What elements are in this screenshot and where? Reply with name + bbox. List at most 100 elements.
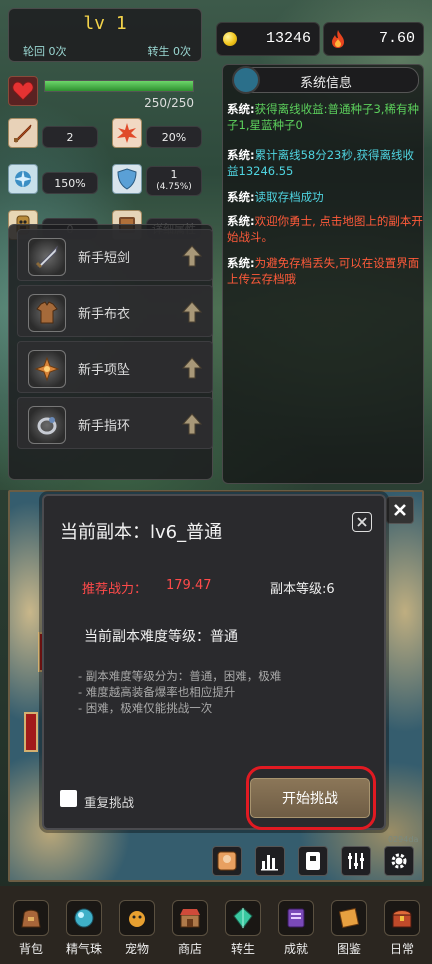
difficulty-note: - 难度越高装备爆率也相应提升 (78, 685, 236, 699)
scroll-icon (331, 900, 367, 936)
repeat-challenge-label: 重复挑战 (84, 795, 135, 810)
hp-bar-fill (45, 81, 193, 91)
flame-icon (332, 30, 344, 48)
nav-pet[interactable]: 宠物 (117, 900, 157, 956)
defense-value: 1 (170, 168, 178, 181)
nav-label: 成就 (283, 942, 308, 956)
map-close-button[interactable] (386, 496, 414, 524)
nav-label: 日常 (389, 942, 414, 956)
bar-chart-icon (261, 855, 278, 871)
watermark-text: 0294da (388, 835, 419, 844)
gold-counter: 13246 (216, 22, 320, 56)
orb-icon (66, 900, 102, 936)
pendant-icon (28, 350, 66, 388)
system-message-tag: 系统: (227, 102, 255, 116)
system-message-text: 为避免存档丢失,可以在设置界面上传云存档哦 (227, 256, 420, 286)
dialog-close-button[interactable] (352, 512, 372, 532)
close-icon (357, 517, 367, 527)
equipment-panel: 新手短剑 新手布衣 新手项坠 新手指环 (8, 224, 213, 480)
system-info-panel: 系统信息 系统:获得离线收益:普通种子3,稀有种子1,星蓝种子0 系统:累计离线… (222, 64, 424, 484)
system-message-tag: 系统: (227, 190, 255, 204)
heart-icon (8, 76, 38, 106)
difficulty-note: - 困难，极难仅能挑战一次 (78, 701, 213, 715)
level-title: lv 1 (83, 13, 127, 34)
nav-label: 背包 (18, 942, 43, 956)
nav-codex[interactable]: 图鉴 (329, 900, 369, 956)
equipment-slot-sword[interactable]: 新手短剑 (17, 229, 213, 281)
shield-icon (112, 164, 142, 194)
system-message: 系统:欢迎你勇士, 点击地图上的副本开始战斗。 (227, 213, 423, 245)
crit-rate-icon (112, 118, 142, 148)
nav-bag[interactable]: 背包 (11, 900, 51, 956)
nav-label: 商店 (177, 942, 202, 956)
nav-label: 宠物 (124, 942, 149, 956)
upgrade-arrow-icon[interactable] (182, 412, 202, 436)
difficulty-note: - 副本难度等级分为：普通，困难，极难 (78, 669, 282, 683)
fire-counter: 7.60 (323, 22, 424, 56)
nav-spirit-orb[interactable]: 精气珠 (64, 900, 104, 956)
crit-rate-value: 20% (146, 126, 202, 148)
hp-text: 250/250 (144, 96, 194, 110)
map-settings-sliders-button[interactable] (341, 846, 371, 876)
recommended-power-value: 179.47 (166, 578, 212, 593)
system-message: 系统:获得离线收益:普通种子3,稀有种子1,星蓝种子0 (227, 101, 423, 133)
equipment-name: 新手指环 (78, 419, 131, 434)
equipment-slot-necklace[interactable]: 新手项坠 (17, 341, 213, 393)
map-stats-button[interactable] (255, 846, 285, 876)
dungeon-level: 副本等级:6 (270, 582, 335, 597)
nav-achievement[interactable]: 成就 (276, 900, 316, 956)
system-message: 系统:累计离线58分23秒,获得离线收益13246.55 (227, 147, 423, 179)
upgrade-arrow-icon[interactable] (182, 356, 202, 380)
defense-percent: (4.75%) (156, 182, 192, 192)
level-panel: lv 1 轮回 0次 转生 0次 (8, 8, 202, 62)
hp-bar (44, 80, 194, 92)
upgrade-arrow-icon[interactable] (182, 244, 202, 268)
rebirth-count: 转生 0次 (147, 45, 192, 58)
close-icon (394, 504, 406, 516)
equipment-slot-ring[interactable]: 新手指环 (17, 397, 213, 449)
chest-icon (384, 900, 420, 936)
nav-label: 图鉴 (336, 942, 361, 956)
rebirth-cycle-count: 轮回 0次 (23, 45, 67, 58)
gem-icon (225, 900, 261, 936)
fire-value: 7.60 (378, 30, 415, 47)
avatar-icon (217, 851, 237, 871)
start-challenge-button[interactable]: 开始挑战 (250, 778, 370, 818)
equipment-name: 新手项坠 (78, 363, 131, 378)
equipment-name: 新手布衣 (78, 307, 131, 322)
system-message-text: 读取存档成功 (254, 190, 324, 204)
repeat-challenge-checkbox[interactable] (60, 790, 77, 807)
nav-shop[interactable]: 商店 (170, 900, 210, 956)
dungeon-title: 当前副本：lv6_普通 (60, 522, 223, 543)
system-message-text: 欢迎你勇士, 点击地图上的副本开始战斗。 (227, 214, 423, 244)
gold-value: 13246 (265, 30, 311, 47)
bag-icon (13, 900, 49, 936)
nav-rebirth[interactable]: 转生 (223, 900, 263, 956)
upgrade-arrow-icon[interactable] (182, 300, 202, 324)
pet-icon (119, 900, 155, 936)
map-gear-button[interactable] (384, 846, 414, 876)
cloth-armor-icon (28, 294, 66, 332)
system-message: 系统:为避免存档丢失,可以在设置界面上传云存档哦 (227, 255, 423, 287)
shop-icon (172, 900, 208, 936)
equipment-name: 新手短剑 (78, 251, 131, 266)
nav-daily[interactable]: 日常 (382, 900, 422, 956)
system-info-title: 系统信息 (299, 76, 352, 91)
gear-icon (391, 853, 407, 869)
map-avatar-button[interactable] (212, 846, 242, 876)
map-book-button[interactable] (298, 846, 328, 876)
defense-stat: 1 (4.75%) (146, 166, 202, 196)
crit-damage-value: 150% (42, 172, 98, 194)
equipment-slot-armor[interactable]: 新手布衣 (17, 285, 213, 337)
system-message-text: 获得离线收益:普通种子3,稀有种子1,星蓝种子0 (227, 102, 419, 132)
gold-coin-icon (223, 32, 237, 46)
book-icon (306, 852, 320, 870)
book-icon (278, 900, 314, 936)
nav-label: 精气珠 (65, 942, 102, 956)
map-dungeon-marker[interactable] (24, 712, 38, 752)
system-message-tag: 系统: (227, 256, 255, 270)
crit-damage-icon (8, 164, 38, 194)
bottom-navigation: 背包 精气珠 宠物 商店 转生 成就 图鉴 日常 (0, 886, 432, 964)
system-message-tag: 系统: (227, 148, 255, 162)
difficulty-level: 当前副本难度等级：普通 (84, 629, 238, 645)
